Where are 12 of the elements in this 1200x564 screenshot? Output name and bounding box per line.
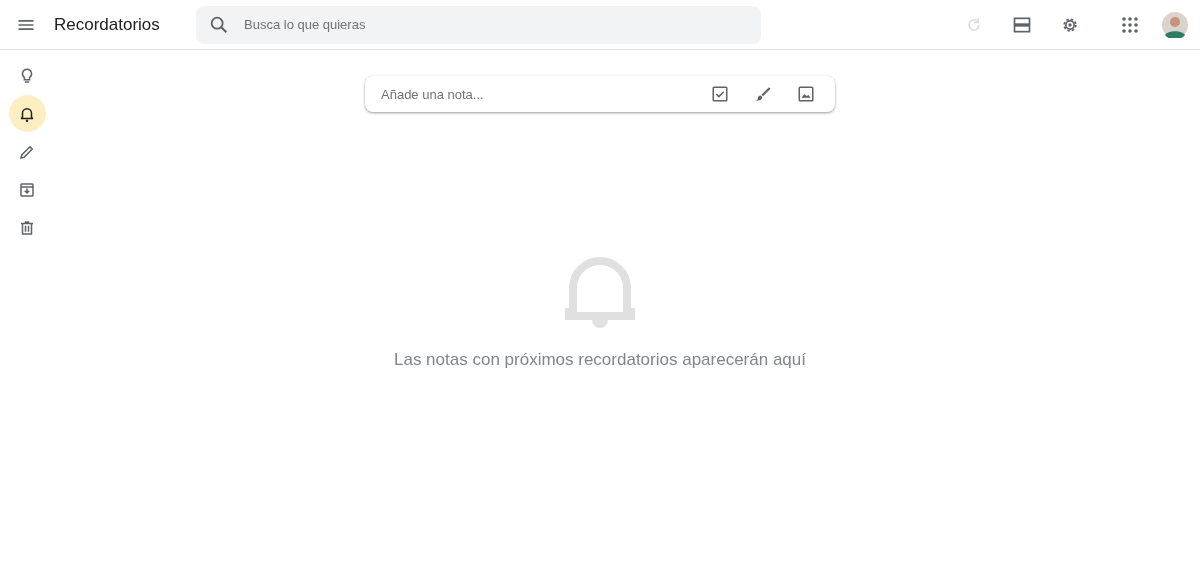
image-icon: [797, 85, 815, 103]
search-field[interactable]: Busca lo que quieras: [242, 16, 749, 33]
checkbox-icon: [711, 85, 729, 103]
app-title: Recordatorios: [54, 14, 161, 35]
apps-grid-icon: [1121, 15, 1139, 34]
brush-icon: [754, 85, 772, 103]
empty-state-message: Las notas con próximos recordatorios aparecerán aquí: [394, 350, 806, 370]
search-bar[interactable]: Busca lo que quieras: [196, 5, 761, 44]
archive-icon: [18, 180, 36, 199]
trash-icon: [18, 218, 36, 237]
avatar[interactable]: [1162, 11, 1188, 38]
reminders-nav-item[interactable]: [8, 95, 46, 132]
